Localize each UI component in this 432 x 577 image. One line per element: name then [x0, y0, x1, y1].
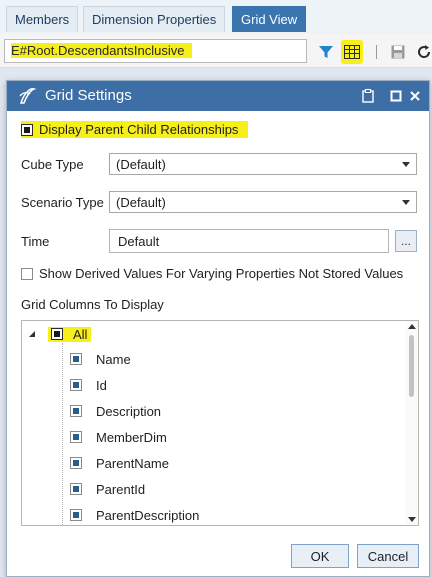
show-derived-label: Show Derived Values For Varying Properti… — [39, 266, 404, 281]
cube-type-label: Cube Type — [21, 157, 84, 172]
show-derived-checkbox[interactable] — [21, 267, 33, 280]
cube-type-select[interactable]: (Default) — [109, 153, 417, 175]
tree-connector — [62, 343, 63, 525]
tree-item-description[interactable]: Description — [70, 401, 161, 421]
time-picker-button[interactable]: ... — [395, 230, 417, 252]
tree-item-parentid[interactable]: ParentId — [70, 479, 145, 499]
tree-item-parentname-checkbox[interactable] — [70, 457, 82, 469]
scenario-type-value: (Default) — [116, 195, 166, 210]
dialog-title: Grid Settings — [45, 87, 132, 104]
tree-item-parentname[interactable]: ParentName — [70, 453, 169, 473]
tree-root-label: All — [73, 326, 88, 342]
tree-item-parentid-label: ParentId — [96, 481, 146, 497]
tab-members-label: Members — [15, 12, 70, 27]
tree-item-memberdim[interactable]: MemberDim — [70, 427, 167, 447]
display-parent-child-row[interactable]: Display Parent Child Relationships — [21, 121, 249, 139]
tab-grid-view-label: Grid View — [241, 12, 298, 27]
cube-type-value: (Default) — [116, 157, 166, 172]
tree-item-description-label: Description — [96, 403, 162, 419]
tab-members[interactable]: Members — [6, 6, 79, 32]
tab-grid-view[interactable]: Grid View — [232, 6, 307, 32]
tree-item-id-checkbox[interactable] — [70, 379, 82, 391]
tree-item-memberdim-checkbox[interactable] — [70, 431, 82, 443]
app-logo-icon — [17, 87, 37, 105]
tree-root-highlight: All — [48, 326, 92, 342]
member-filter-value: E#Root.DescendantsInclusive — [11, 43, 193, 58]
toolbar-divider — [376, 45, 377, 59]
ok-button[interactable]: OK — [291, 544, 349, 568]
tab-strip: Members Dimension Properties Grid View — [0, 0, 432, 34]
chevron-down-icon — [402, 162, 410, 167]
refresh-icon[interactable] — [412, 40, 432, 64]
display-parent-child-label: Display Parent Child Relationships — [39, 122, 239, 137]
tree-item-memberdim-label: MemberDim — [96, 429, 167, 445]
tree-item-parentid-checkbox[interactable] — [70, 483, 82, 495]
scroll-down-icon[interactable] — [408, 517, 416, 522]
clipboard-icon[interactable] — [359, 86, 377, 106]
tree-item-parentdescription-checkbox[interactable] — [70, 509, 82, 521]
time-label: Time — [21, 234, 50, 249]
tree-item-id[interactable]: Id — [70, 375, 107, 395]
tab-dimension-properties-label: Dimension Properties — [92, 12, 217, 27]
save-icon[interactable] — [386, 40, 410, 64]
tree-scrollbar[interactable] — [406, 321, 418, 525]
filter-icon[interactable] — [314, 40, 338, 64]
tree-root-row[interactable]: All — [28, 324, 92, 344]
tree-item-description-checkbox[interactable] — [70, 405, 82, 417]
grid-columns-label: Grid Columns To Display — [21, 297, 164, 312]
chevron-down-icon — [402, 200, 410, 205]
tree-root-checkbox[interactable] — [51, 328, 63, 340]
scenario-type-select[interactable]: (Default) — [109, 191, 417, 213]
grid-settings-icon[interactable] — [341, 40, 363, 64]
display-parent-child-checkbox[interactable] — [21, 123, 33, 136]
tree-item-name-checkbox[interactable] — [70, 353, 82, 365]
tree-item-parentname-label: ParentName — [96, 455, 169, 471]
tree-item-name-label: Name — [96, 351, 131, 367]
tree-item-id-label: Id — [96, 377, 107, 393]
scrollbar-thumb[interactable] — [409, 335, 414, 397]
show-derived-row[interactable]: Show Derived Values For Varying Properti… — [21, 266, 403, 281]
grid-settings-dialog: Grid Settings Display Parent Child Relat… — [6, 80, 430, 577]
time-input[interactable]: Default — [109, 229, 389, 253]
tree-item-name[interactable]: Name — [70, 349, 131, 369]
grid-columns-tree: All Name Id Description MemberDim Parent… — [21, 320, 419, 526]
cancel-button[interactable]: Cancel — [357, 544, 419, 568]
scenario-type-label: Scenario Type — [21, 195, 104, 210]
tree-item-parentdescription[interactable]: ParentDescription — [70, 505, 199, 525]
tab-dimension-properties[interactable]: Dimension Properties — [83, 6, 226, 32]
display-parent-child-highlight: Display Parent Child Relationships — [21, 121, 249, 138]
maximize-icon[interactable] — [387, 86, 405, 106]
scroll-up-icon[interactable] — [408, 324, 416, 329]
member-filter-input[interactable]: E#Root.DescendantsInclusive — [4, 39, 307, 63]
expand-triangle-icon[interactable] — [28, 330, 36, 338]
close-icon[interactable] — [406, 86, 424, 106]
time-value: Default — [118, 234, 160, 249]
dialog-titlebar[interactable]: Grid Settings — [7, 81, 429, 111]
filter-toolbar: E#Root.DescendantsInclusive — [0, 34, 432, 68]
tree-item-parentdescription-label: ParentDescription — [96, 507, 200, 523]
